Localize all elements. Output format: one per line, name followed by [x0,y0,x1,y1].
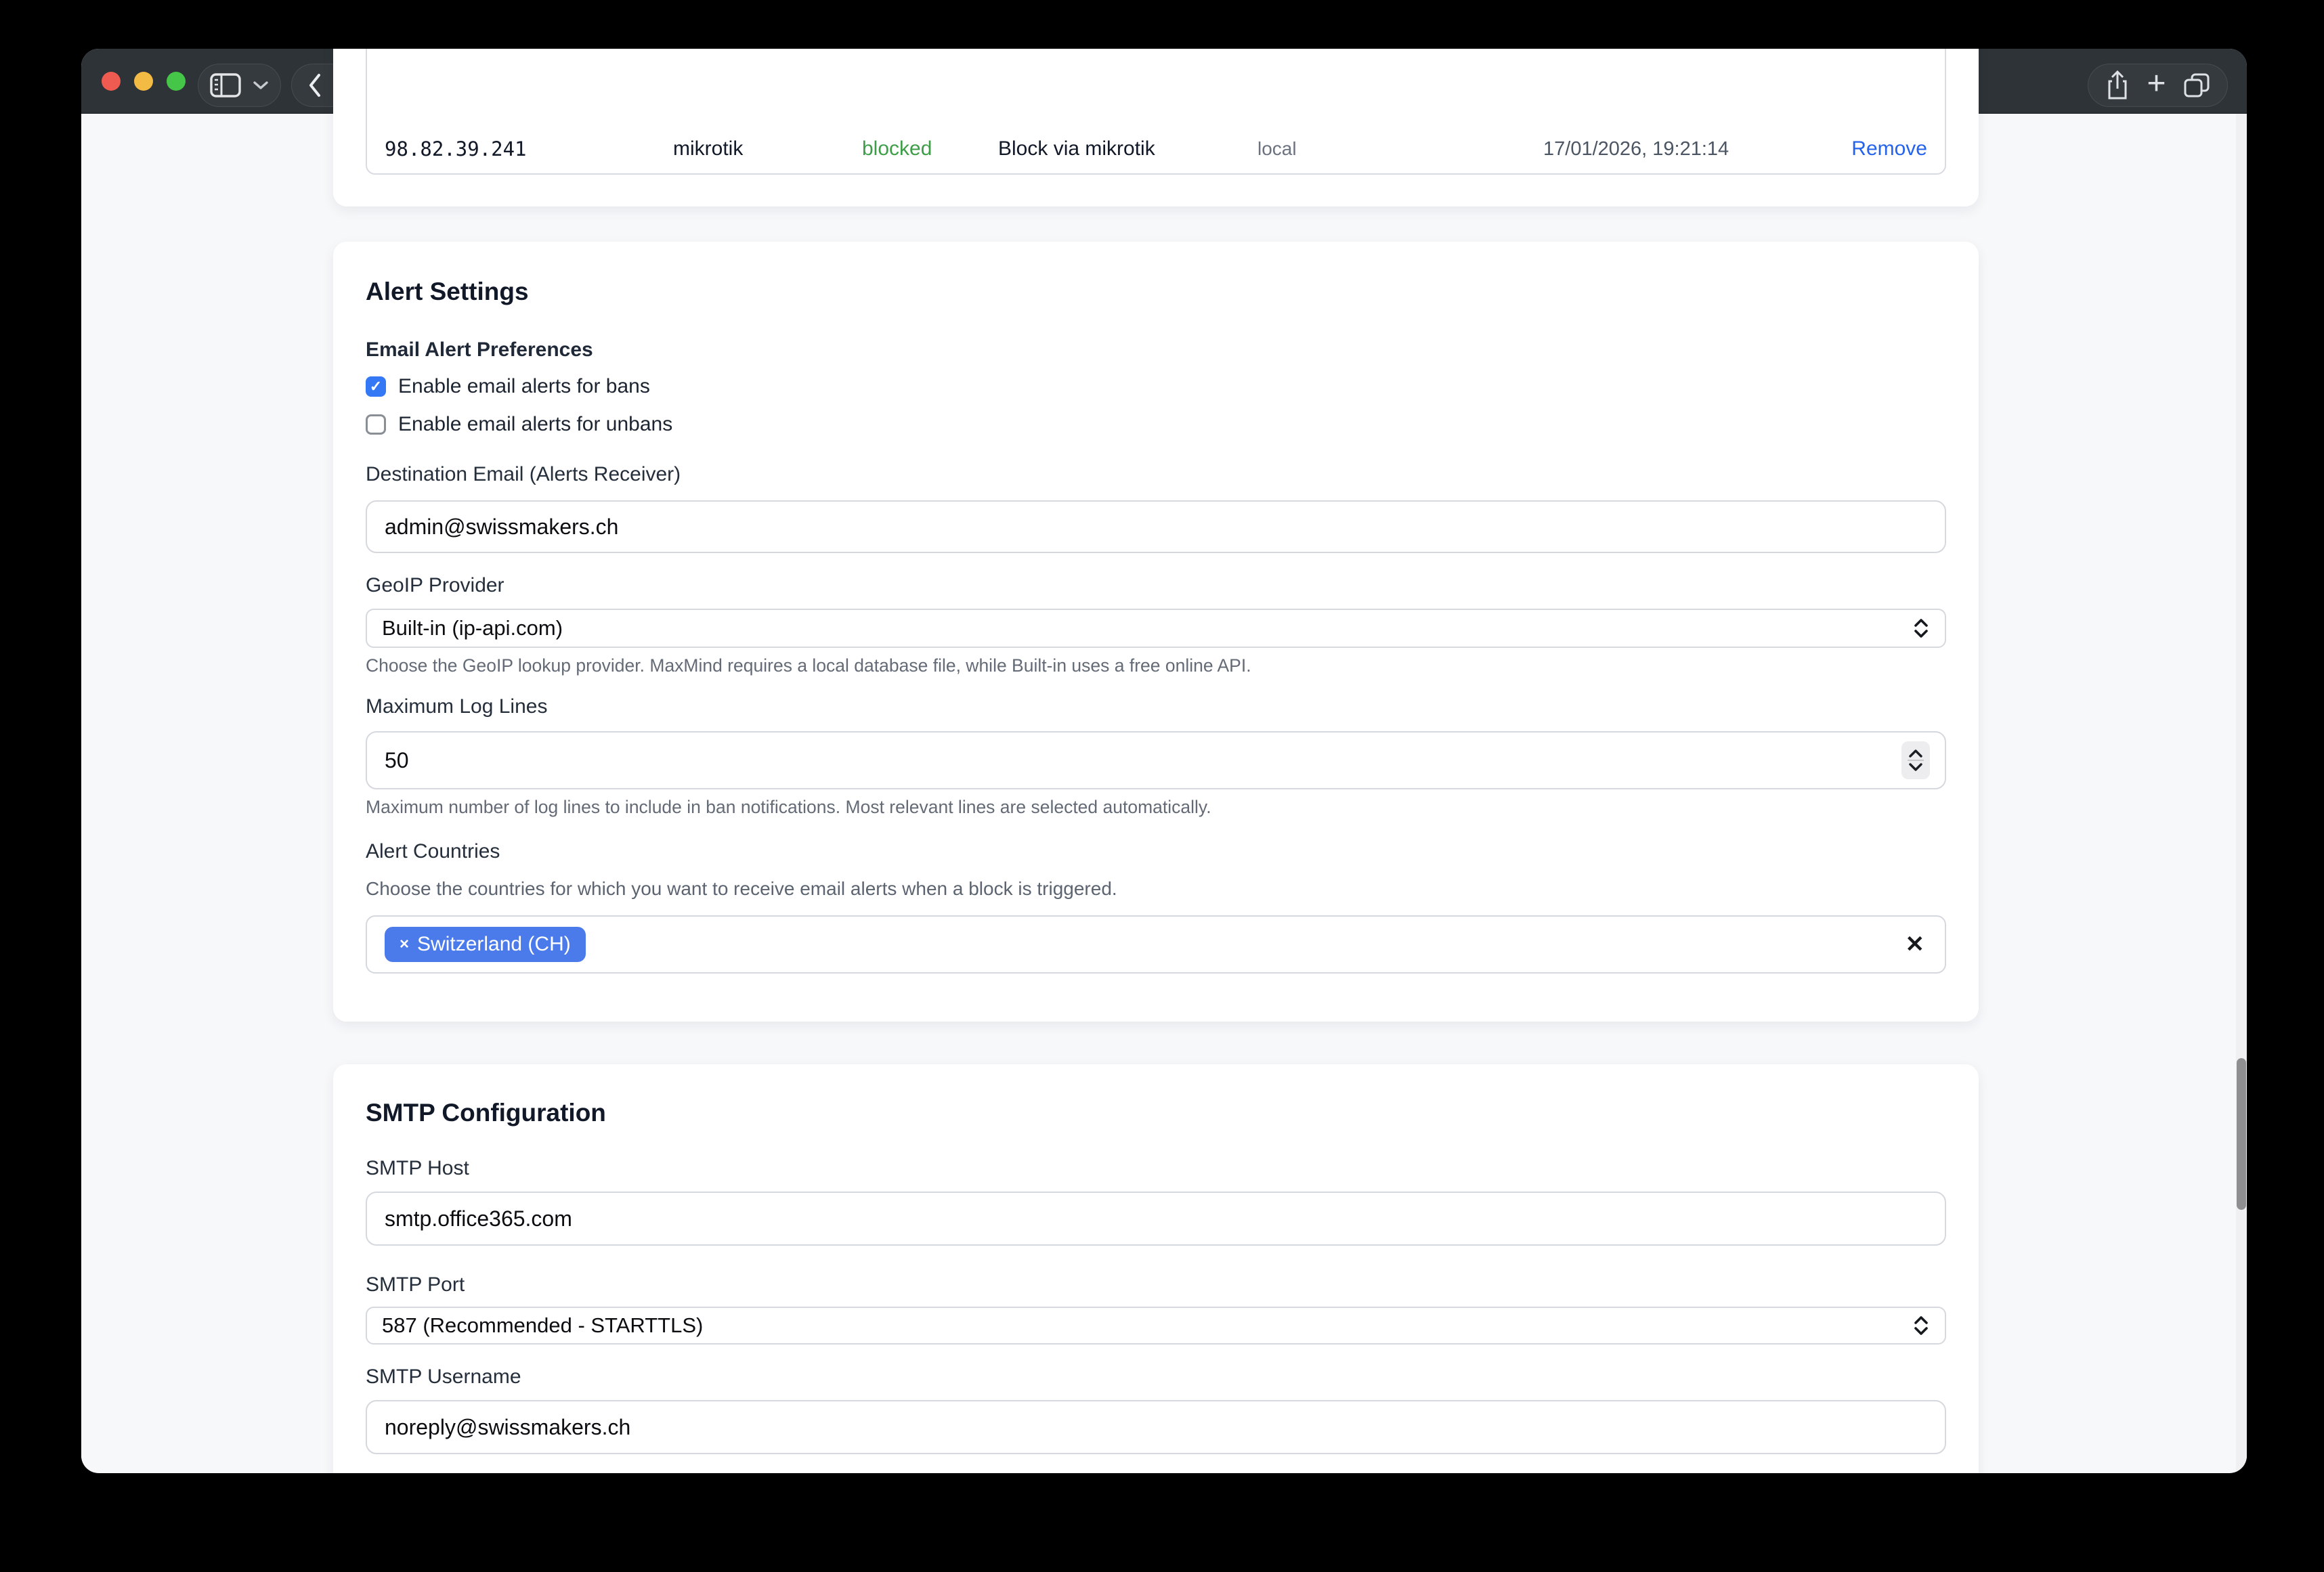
country-tag[interactable]: × Switzerland (CH) [385,927,586,962]
new-tab-icon[interactable]: + [2147,68,2166,100]
table-row: 98.82.39.241 mikrotik blocked Block via … [367,125,1945,173]
source-value: local [1257,125,1297,173]
action-value: Block via mikrotik [998,125,1155,173]
email-preferences-label: Email Alert Preferences [366,338,1946,362]
select-updown-icon [1912,1315,1930,1336]
sidebar-chevron-down-icon[interactable] [253,81,269,90]
jail-value: mikrotik [673,125,743,173]
unbans-checkbox-label[interactable]: Enable email alerts for unbans [398,413,672,436]
status-badge: blocked [862,125,932,173]
geoip-helper-text: Choose the GeoIP lookup provider. MaxMin… [366,655,1946,676]
alert-countries-label: Alert Countries [366,839,1946,864]
remove-link[interactable]: Remove [1851,125,1927,173]
minimize-window-button[interactable] [134,72,153,91]
max-log-lines-label: Maximum Log Lines [366,695,1946,719]
timestamp-value: 17/01/2026, 19:21:14 [1543,125,1729,173]
smtp-port-value: 587 (Recommended - STARTTLS) [382,1313,1912,1338]
checkbox-row-unbans: Enable email alerts for unbans [366,410,1946,439]
smtp-configuration-title: SMTP Configuration [366,1098,1946,1128]
sidebar-toolbar-group [198,64,281,107]
max-log-lines-field: 50 [366,731,1946,789]
smtp-username-input[interactable] [366,1400,1946,1454]
smtp-configuration-card: SMTP Configuration SMTP Host SMTP Port 5… [333,1064,1979,1473]
clear-all-icon[interactable]: ✕ [1906,931,1925,958]
sidebar-toggle-icon[interactable] [210,73,241,97]
zoom-window-button[interactable] [167,72,186,91]
close-window-button[interactable] [102,72,121,91]
smtp-host-input[interactable] [366,1192,1946,1246]
alert-settings-title: Alert Settings [366,277,1946,307]
smtp-port-select[interactable]: 587 (Recommended - STARTTLS) [366,1307,1946,1345]
destination-email-input[interactable] [366,500,1946,553]
geoip-provider-value: Built-in (ip-api.com) [382,616,1912,640]
alert-countries-field[interactable]: × Switzerland (CH) ✕ [366,915,1946,974]
window-controls [102,72,186,91]
bans-checkbox[interactable]: ✓ [366,376,386,397]
share-icon[interactable] [2105,70,2130,101]
back-button[interactable] [307,72,322,98]
bans-checkbox-label[interactable]: Enable email alerts for bans [398,375,650,398]
max-log-lines-helper-text: Maximum number of log lines to include i… [366,796,1946,818]
page-content: 98.82.39.241 mikrotik blocked Block via … [81,114,2247,1472]
alert-countries-helper-text: Choose the countries for which you want … [366,877,1946,900]
browser-window: fail2ban.swissmakers.corp A 文 ↻ [81,49,2247,1473]
alert-settings-card: Alert Settings Email Alert Preferences ✓… [333,242,1979,1022]
scrollbar-thumb[interactable] [2237,1058,2246,1210]
banned-ips-card: 98.82.39.241 mikrotik blocked Block via … [333,49,1979,206]
smtp-port-label: SMTP Port [366,1273,1946,1297]
unbans-checkbox[interactable] [366,414,386,435]
tab-overview-icon[interactable] [2182,71,2211,100]
geoip-provider-label: GeoIP Provider [366,573,1946,598]
banned-ips-table: 98.82.39.241 mikrotik blocked Block via … [366,49,1946,175]
right-toolbar-group: + [2088,64,2228,107]
scrollbar-track[interactable] [2236,114,2247,1472]
destination-email-label: Destination Email (Alerts Receiver) [366,462,1946,487]
geoip-provider-select[interactable]: Built-in (ip-api.com) [366,609,1946,648]
number-stepper[interactable] [1901,741,1930,779]
tag-remove-icon[interactable]: × [400,935,409,954]
select-updown-icon [1912,617,1930,639]
smtp-host-label: SMTP Host [366,1156,1946,1181]
checkbox-row-bans: ✓ Enable email alerts for bans [366,372,1946,401]
max-log-lines-value[interactable]: 50 [385,748,409,773]
banned-ip-value: 98.82.39.241 [385,125,527,173]
country-tag-label: Switzerland (CH) [417,933,571,956]
smtp-username-label: SMTP Username [366,1365,1946,1389]
